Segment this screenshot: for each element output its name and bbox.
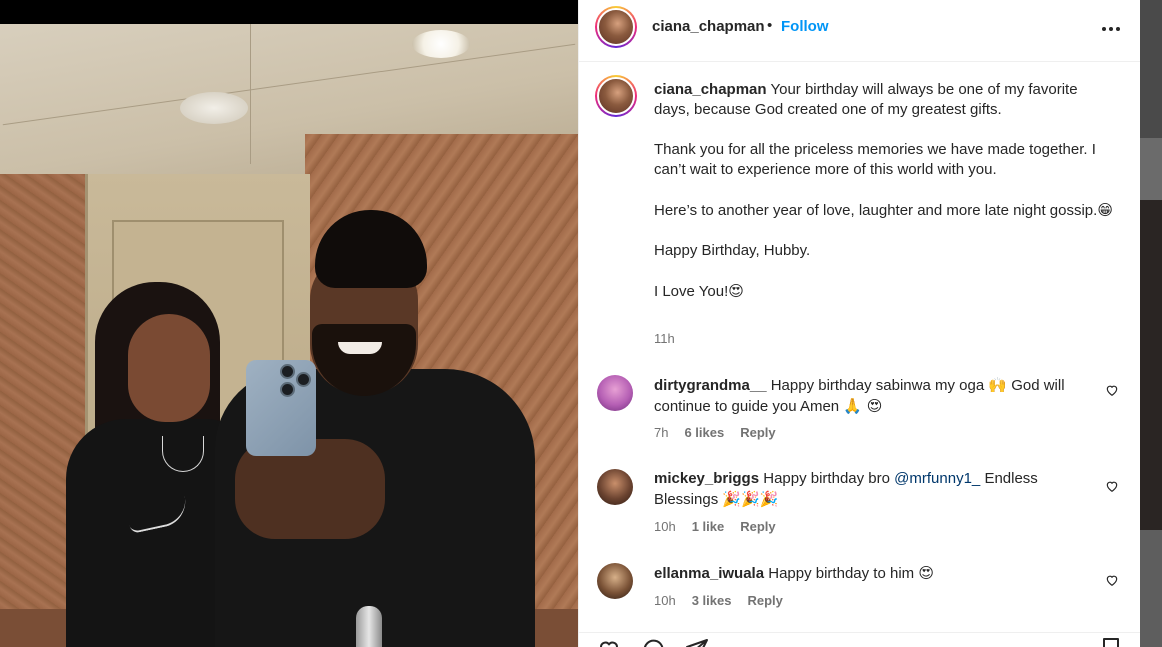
background-overlay[interactable] (1140, 0, 1162, 647)
comment-body: mickey_briggs Happy birthday bro @mrfunn… (654, 469, 1094, 510)
comment-likes[interactable]: 6 likes (684, 425, 724, 440)
caption-text: Thank you for all the priceless memories… (654, 141, 1096, 178)
ceiling-line (250, 24, 251, 164)
heart-eyes-emoji: 😍 (728, 282, 744, 300)
photo-top-bar (0, 0, 578, 24)
caption-text: Here’s to another year of love, laughter… (654, 202, 1098, 219)
raised-hands-emoji: 🙌 (988, 376, 1008, 394)
caption-timestamp[interactable]: 11h (654, 331, 675, 346)
commenter-avatar[interactable] (597, 563, 633, 599)
comment-icon[interactable] (641, 637, 665, 647)
commenter-username[interactable]: dirtygrandma__ (654, 377, 767, 394)
comment-time[interactable]: 7h (654, 425, 668, 440)
follow-button[interactable]: Follow (781, 18, 829, 35)
camera-lens (280, 382, 295, 397)
faucet (356, 606, 382, 647)
commenter-username[interactable]: mickey_briggs (654, 470, 759, 487)
more-options-icon[interactable] (1101, 12, 1121, 38)
phone (246, 360, 316, 456)
heart-eyes-emoji: 😍 (918, 564, 934, 582)
reply-button[interactable]: Reply (740, 425, 775, 440)
share-icon[interactable] (685, 637, 709, 647)
grin-emoji: 😁 (1097, 201, 1113, 219)
commenter-username[interactable]: ellanma_iwuala (654, 565, 764, 582)
caption-text: I Love You! (654, 283, 729, 300)
comments-section[interactable]: ciana_chapman Your birthday will always … (579, 63, 1141, 633)
mention-link[interactable]: @mrfunny1_ (894, 470, 980, 487)
commenter-avatar[interactable] (597, 375, 633, 411)
comment-text: Happy birthday sabinwa my oga (770, 377, 985, 394)
background-tile (1140, 200, 1162, 530)
comment-likes[interactable]: 1 like (692, 519, 725, 534)
heart-icon[interactable] (1105, 573, 1119, 587)
man-smile (338, 342, 382, 354)
comment-meta: 10h 1 like Reply (654, 519, 776, 534)
commenter-avatar[interactable] (597, 469, 633, 505)
background-tile (1140, 0, 1162, 138)
comment-meta: 7h 6 likes Reply (654, 425, 776, 440)
post-photo[interactable] (0, 0, 578, 647)
camera-lens (280, 364, 295, 379)
like-heart-icon[interactable] (597, 637, 621, 647)
camera-lens (296, 372, 311, 387)
caption-avatar[interactable] (595, 75, 637, 117)
bookmark-icon[interactable] (1099, 637, 1123, 647)
woman-face (128, 314, 210, 422)
comment-meta: 10h 3 likes Reply (654, 593, 783, 608)
comment-time[interactable]: 10h (654, 593, 676, 608)
comment-body: dirtygrandma__ Happy birthday sabinwa my… (654, 375, 1094, 417)
comment-text: Happy birthday to him (768, 565, 915, 582)
reply-button[interactable]: Reply (740, 519, 775, 534)
comment-time[interactable]: 10h (654, 519, 676, 534)
header-separator: • (767, 17, 773, 34)
caption-text: Happy Birthday, Hubby. (654, 242, 811, 259)
author-avatar[interactable] (595, 6, 637, 48)
caption-username[interactable]: ciana_chapman (654, 81, 767, 98)
post-caption: ciana_chapman Your birthday will always … (654, 80, 1114, 302)
heart-icon[interactable] (1105, 383, 1119, 397)
post-panel: ciana_chapman • Follow ciana_chapman You… (578, 0, 1141, 647)
ceiling-light (412, 30, 470, 58)
smoke-detector (180, 92, 248, 124)
comment-text: Happy birthday bro (763, 470, 890, 487)
heart-icon[interactable] (1105, 479, 1119, 493)
post-header: ciana_chapman • Follow (579, 0, 1141, 62)
background-tile (1140, 530, 1162, 647)
comment-likes[interactable]: 3 likes (692, 593, 732, 608)
author-username[interactable]: ciana_chapman (652, 18, 765, 35)
photo-scene (0, 24, 578, 647)
pray-love-emoji: 🙏 😍 (843, 397, 883, 415)
post-actions-bar (579, 632, 1141, 647)
comment-body: ellanma_iwuala Happy birthday to him 😍 (654, 563, 1094, 584)
party-emoji: 🎉🎉🎉 (722, 490, 779, 508)
reply-button[interactable]: Reply (747, 593, 782, 608)
